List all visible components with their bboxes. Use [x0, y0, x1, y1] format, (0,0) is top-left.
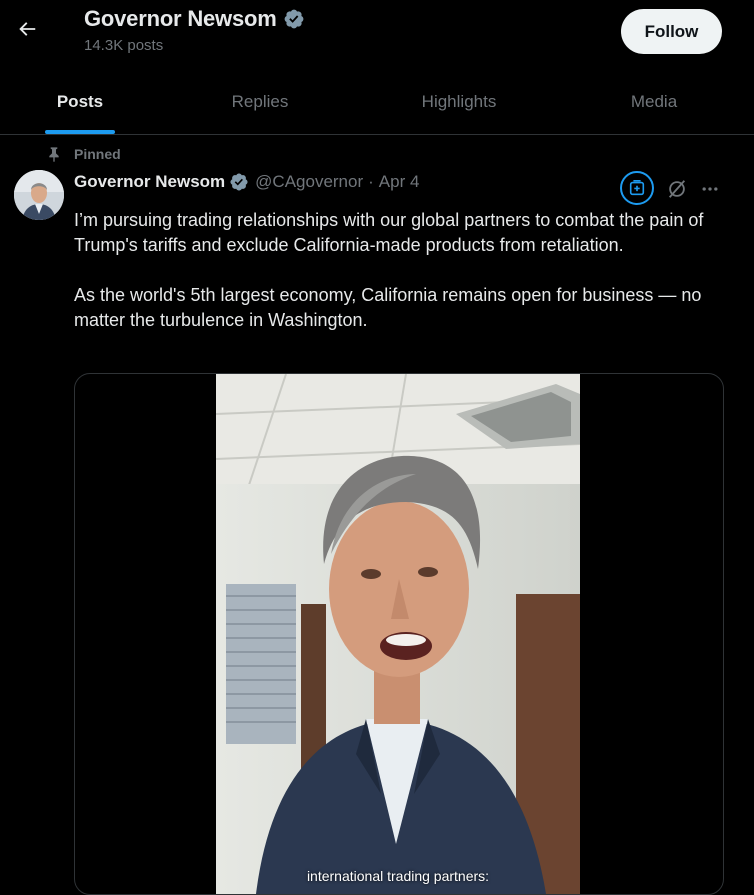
pinned-indicator: Pinned: [46, 146, 121, 162]
author-handle[interactable]: @CAgovernor: [255, 172, 363, 192]
post-text-paragraph-1: I’m pursuing trading relationships with …: [74, 210, 704, 255]
grok-icon: [629, 179, 645, 196]
meta-separator: ·: [368, 172, 374, 191]
pin-icon: [49, 147, 59, 162]
active-tab-indicator: [45, 130, 115, 134]
tab-label: Replies: [231, 92, 289, 111]
grok-button[interactable]: [620, 171, 654, 205]
tab-media[interactable]: Media: [558, 70, 750, 134]
post-text: I’m pursuing trading relationships with …: [74, 208, 730, 333]
video-media[interactable]: international trading partners:: [74, 373, 724, 895]
tab-label: Media: [630, 92, 678, 111]
arrow-left-icon: [19, 22, 36, 36]
more-options-button[interactable]: [699, 176, 721, 202]
post-date[interactable]: Apr 4: [379, 172, 420, 192]
video-frame: [216, 374, 580, 894]
video-player[interactable]: international trading partners:: [216, 374, 580, 894]
follow-button[interactable]: Follow: [621, 9, 722, 54]
video-caption: international trading partners:: [306, 868, 490, 884]
tab-replies[interactable]: Replies: [160, 70, 360, 134]
post-count: 14.3K posts: [84, 37, 164, 54]
back-button[interactable]: [10, 12, 44, 46]
post-text-paragraph-2: As the world's 5th largest economy, Cali…: [74, 285, 702, 330]
tab-label: Posts: [56, 92, 104, 111]
profile-header: Governor Newsom 14.3K posts Follow: [0, 0, 754, 70]
post-meta: Governor Newsom @CAgovernor · Apr 4: [74, 172, 419, 192]
header-title-block: Governor Newsom 14.3K posts: [84, 6, 305, 54]
avatar-image: [14, 170, 64, 220]
tab-label: Highlights: [421, 92, 497, 111]
tab-highlights[interactable]: Highlights: [360, 70, 558, 134]
grok-actions-button[interactable]: [664, 176, 690, 202]
pinned-label: Pinned: [74, 146, 121, 162]
tab-posts[interactable]: Posts: [0, 70, 160, 134]
page-title: Governor Newsom: [84, 6, 277, 31]
avatar[interactable]: [14, 170, 64, 220]
profile-tabs: Posts Replies Highlights Media: [0, 70, 754, 135]
circle-slash-icon: [668, 180, 686, 198]
more-icon: [702, 187, 718, 191]
verified-badge-icon: [284, 9, 304, 29]
verified-badge-icon: [230, 173, 248, 191]
author-name[interactable]: Governor Newsom: [74, 172, 225, 192]
